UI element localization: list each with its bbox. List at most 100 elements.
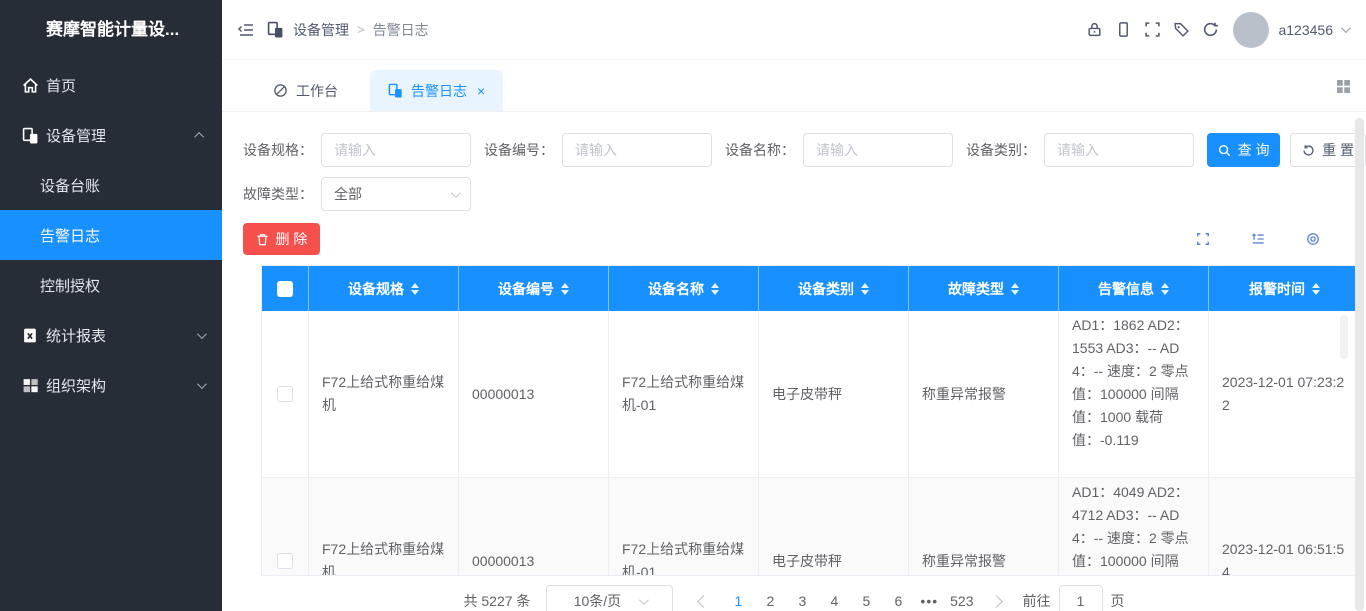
device-spec-input[interactable] bbox=[321, 133, 471, 167]
next-page-icon[interactable] bbox=[990, 595, 1003, 608]
chevron-down-icon[interactable] bbox=[1341, 23, 1351, 33]
search-button[interactable]: 查 询 bbox=[1207, 133, 1280, 167]
tag-icon[interactable] bbox=[1173, 21, 1190, 38]
filter-row-2: 故障类型： 全部 bbox=[243, 177, 1366, 211]
close-tab-icon[interactable]: × bbox=[477, 84, 485, 98]
mobile-preview-icon[interactable] bbox=[1115, 21, 1132, 38]
sidebar-item-device-management[interactable]: 设备管理 bbox=[0, 110, 222, 160]
breadcrumb-device-management[interactable]: 设备管理 bbox=[293, 20, 349, 40]
fault-type-label: 故障类型： bbox=[243, 184, 313, 204]
column-label: 报警时间 bbox=[1249, 279, 1305, 299]
page-number-6[interactable]: 6 bbox=[888, 593, 908, 609]
avatar[interactable] bbox=[1233, 12, 1269, 48]
column-label: 故障类型 bbox=[948, 279, 1004, 299]
main-area: 设备管理 > 告警日志 bbox=[222, 0, 1366, 611]
cell-alarm-info: AD1：1862 AD2：1553 AD3：-- AD4：-- 速度：2 零点值… bbox=[1059, 311, 1209, 477]
page-number-5[interactable]: 5 bbox=[856, 593, 876, 609]
sidebar-item-label: 首页 bbox=[46, 75, 76, 96]
table-settings-gear-icon[interactable] bbox=[1306, 232, 1320, 246]
fullscreen-icon[interactable] bbox=[1144, 21, 1161, 38]
page-number-2[interactable]: 2 bbox=[760, 593, 780, 609]
column-header-code[interactable]: 设备编号 bbox=[459, 266, 609, 311]
chevron-up-icon bbox=[194, 131, 204, 141]
device-code-label: 设备编号： bbox=[484, 140, 554, 160]
fault-type-value: 全部 bbox=[334, 184, 362, 204]
page-size-select[interactable]: 10条/页 bbox=[546, 585, 673, 611]
row-checkbox[interactable] bbox=[277, 386, 293, 402]
sort-icon[interactable] bbox=[1161, 283, 1169, 295]
device-icon bbox=[388, 83, 403, 98]
collapse-sidebar-icon[interactable] bbox=[237, 21, 255, 39]
page-number-4[interactable]: 4 bbox=[824, 593, 844, 609]
device-name-input[interactable] bbox=[803, 133, 953, 167]
delete-button[interactable]: 删 除 bbox=[243, 223, 320, 255]
table-header-row: 设备规格 设备编号 设备名称 设备类别 bbox=[262, 266, 1360, 311]
column-header-category[interactable]: 设备类别 bbox=[759, 266, 909, 311]
sidebar-item-device-ledger[interactable]: 设备台账 bbox=[0, 160, 222, 210]
device-code-input[interactable] bbox=[562, 133, 712, 167]
app-window: 赛摩智能计量设... 首页 设备管理 设备台账 告警 bbox=[0, 0, 1366, 611]
table-row[interactable]: F72上给式称重给煤机 00000013 F72上给式称重给煤机-01 电子皮带… bbox=[262, 311, 1360, 478]
chevron-down-icon bbox=[451, 188, 461, 198]
device-icon bbox=[267, 21, 285, 39]
chevron-down-icon bbox=[197, 379, 207, 389]
filter-row-1: 设备规格： 设备编号： 设备名称： 设备类别： 查 询 bbox=[243, 133, 1366, 167]
table-row[interactable]: F72上给式称重给煤机 00000013 F72上给式称重给煤机-01 电子皮带… bbox=[262, 478, 1360, 575]
more-pages-icon[interactable]: ••• bbox=[920, 593, 938, 609]
sort-icon[interactable] bbox=[1011, 283, 1019, 295]
sidebar-item-stats-report[interactable]: 统计报表 bbox=[0, 310, 222, 360]
device-category-input[interactable] bbox=[1044, 133, 1194, 167]
column-label: 设备类别 bbox=[798, 279, 854, 299]
sort-icon[interactable] bbox=[411, 283, 419, 295]
sort-icon[interactable] bbox=[861, 283, 869, 295]
page-size-value: 10条/页 bbox=[574, 591, 621, 611]
fault-type-select[interactable]: 全部 bbox=[321, 177, 471, 211]
sidebar-item-org-structure[interactable]: 组织架构 bbox=[0, 360, 222, 410]
search-button-label: 查 询 bbox=[1238, 140, 1270, 160]
tab-bar: 工作台 告警日志 × bbox=[222, 60, 1366, 112]
sidebar: 赛摩智能计量设... 首页 设备管理 设备台账 告警 bbox=[0, 0, 222, 611]
row-checkbox[interactable] bbox=[277, 553, 293, 569]
table-fullscreen-icon[interactable] bbox=[1196, 232, 1210, 246]
goto-page-input[interactable] bbox=[1059, 585, 1103, 611]
select-all-header[interactable] bbox=[262, 266, 309, 311]
sort-icon[interactable] bbox=[1312, 283, 1320, 295]
cell-code: 00000013 bbox=[459, 478, 609, 575]
sort-icon[interactable] bbox=[561, 283, 569, 295]
tab-label: 告警日志 bbox=[411, 81, 467, 101]
page-scrollbar-thumb[interactable] bbox=[1355, 118, 1364, 611]
tab-options-grid-icon[interactable] bbox=[1336, 79, 1351, 94]
page-number-last[interactable]: 523 bbox=[950, 593, 973, 609]
device-spec-label: 设备规格： bbox=[243, 140, 313, 160]
tab-workbench[interactable]: 工作台 bbox=[255, 70, 356, 111]
sidebar-item-control-auth[interactable]: 控制授权 bbox=[0, 260, 222, 310]
column-header-time[interactable]: 报警时间 bbox=[1209, 266, 1360, 311]
pagination-bar: 共 5227 条 10条/页 1 2 3 4 5 6 ••• 523 前往 页 bbox=[222, 585, 1366, 611]
filter-panel: 设备规格： 设备编号： 设备名称： 设备类别： 查 询 bbox=[222, 112, 1366, 576]
tab-alarm-log[interactable]: 告警日志 × bbox=[370, 70, 503, 111]
workbench-icon bbox=[273, 83, 288, 98]
column-label: 设备编号 bbox=[498, 279, 554, 299]
page-number-1[interactable]: 1 bbox=[728, 593, 748, 609]
column-header-info[interactable]: 告警信息 bbox=[1059, 266, 1209, 311]
prev-page-icon[interactable] bbox=[698, 595, 711, 608]
column-header-name[interactable]: 设备名称 bbox=[609, 266, 759, 311]
lock-icon[interactable] bbox=[1086, 21, 1103, 38]
sort-icon[interactable] bbox=[711, 283, 719, 295]
sidebar-item-home[interactable]: 首页 bbox=[0, 60, 222, 110]
username[interactable]: a123456 bbox=[1278, 22, 1333, 38]
cell-fault: 称重异常报警 bbox=[909, 478, 1059, 575]
row-height-settings-icon[interactable] bbox=[1251, 232, 1265, 246]
table-scrollbar-thumb[interactable] bbox=[1340, 315, 1348, 359]
column-header-spec[interactable]: 设备规格 bbox=[309, 266, 459, 311]
refresh-icon[interactable] bbox=[1202, 21, 1219, 38]
column-header-fault[interactable]: 故障类型 bbox=[909, 266, 1059, 311]
select-all-checkbox[interactable] bbox=[277, 281, 293, 297]
breadcrumb-separator: > bbox=[357, 22, 365, 37]
cell-category: 电子皮带秤 bbox=[759, 478, 909, 575]
device-icon bbox=[22, 127, 39, 144]
reset-icon bbox=[1302, 144, 1315, 157]
page-number-3[interactable]: 3 bbox=[792, 593, 812, 609]
column-label: 设备规格 bbox=[348, 279, 404, 299]
sidebar-item-alarm-log[interactable]: 告警日志 bbox=[0, 210, 222, 260]
